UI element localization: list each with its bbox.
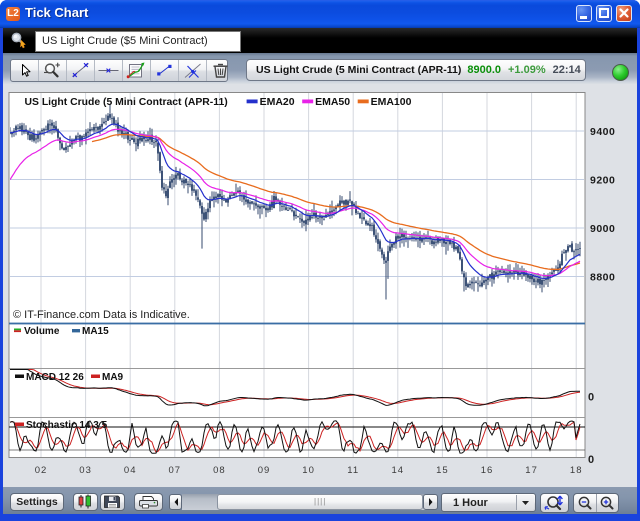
svg-text:09: 09 xyxy=(258,465,271,476)
svg-text:07: 07 xyxy=(169,465,182,476)
svg-text:03: 03 xyxy=(79,465,92,476)
svg-text:8800: 8800 xyxy=(590,272,615,284)
svg-text:US Light Crude (5 Mini Contrac: US Light Crude (5 Mini Contract (APR-11) xyxy=(25,97,228,108)
svg-text:18: 18 xyxy=(570,465,583,476)
svg-text:11: 11 xyxy=(347,465,359,476)
svg-text:10: 10 xyxy=(302,465,315,476)
svg-text:17: 17 xyxy=(525,465,538,476)
svg-text:0: 0 xyxy=(588,392,594,404)
svg-text:MA15: MA15 xyxy=(82,326,109,337)
svg-text:14: 14 xyxy=(392,465,405,476)
svg-text:MACD 12 26: MACD 12 26 xyxy=(26,372,84,383)
svg-text:08: 08 xyxy=(213,465,226,476)
svg-text:04: 04 xyxy=(124,465,137,476)
svg-text:02: 02 xyxy=(35,465,48,476)
svg-text:9200: 9200 xyxy=(590,175,615,187)
svg-text:9000: 9000 xyxy=(590,223,615,235)
svg-text:9400: 9400 xyxy=(590,126,615,138)
svg-text:EMA100: EMA100 xyxy=(371,96,412,108)
svg-text:EMA20: EMA20 xyxy=(260,96,295,108)
svg-text:MA9: MA9 xyxy=(102,372,124,383)
svg-text:© IT-Finance.com Data is Indic: © IT-Finance.com Data is Indicative. xyxy=(13,309,190,321)
svg-text:Volume: Volume xyxy=(24,326,60,337)
svg-text:0: 0 xyxy=(588,454,594,466)
svg-text:EMA50: EMA50 xyxy=(315,96,350,108)
svg-text:Stochastic 14 3 5: Stochastic 14 3 5 xyxy=(26,420,108,431)
svg-text:16: 16 xyxy=(481,465,494,476)
svg-text:15: 15 xyxy=(436,465,449,476)
